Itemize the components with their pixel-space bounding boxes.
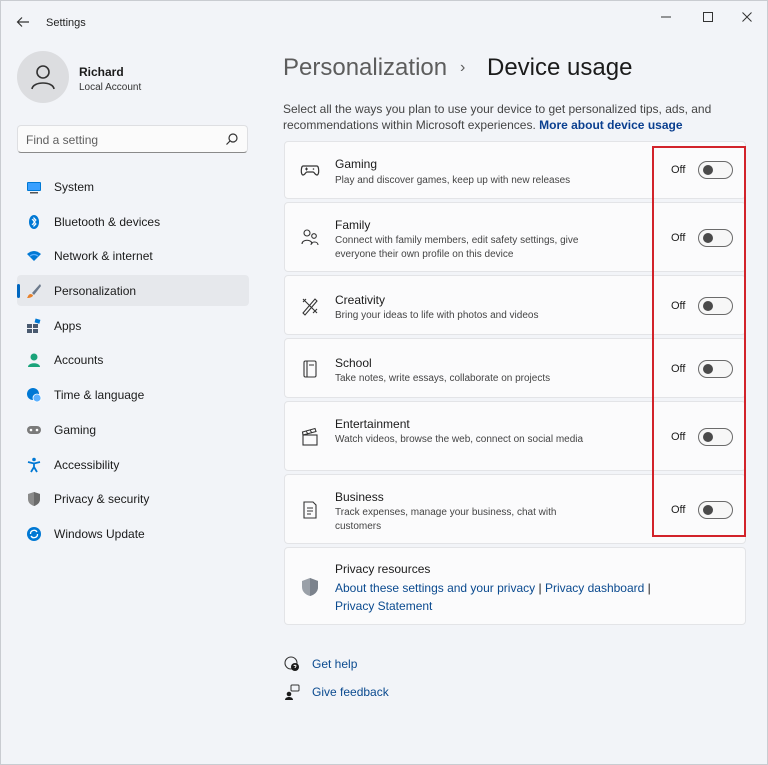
system-icon <box>27 182 41 194</box>
clapperboard-icon <box>301 427 318 446</box>
network-icon <box>27 251 41 262</box>
sidebar-item-label: Personalization <box>54 284 137 299</box>
sidebar-item-personalization[interactable]: Personalization <box>17 275 249 307</box>
usage-subtitle: Bring your ideas to life with photos and… <box>335 310 539 321</box>
sidebar-item-windows-update[interactable]: Windows Update <box>17 518 249 549</box>
controller-icon <box>300 165 320 176</box>
usage-title: Gaming <box>335 157 378 171</box>
breadcrumb-parent[interactable]: Personalization <box>283 54 447 82</box>
privacy-resources-title: Privacy resources <box>335 562 431 576</box>
minimize-button[interactable] <box>652 7 680 27</box>
search-icon[interactable] <box>225 132 239 146</box>
sidebar-item-label: Privacy & security <box>54 492 150 507</box>
usage-title: School <box>335 356 372 370</box>
brush-icon <box>27 284 41 299</box>
usage-subtitle: Connect with family members, edit safety… <box>335 235 579 260</box>
feedback-icon <box>285 684 300 700</box>
sidebar-item-label: System <box>54 180 95 194</box>
search-box[interactable] <box>17 125 248 153</box>
usage-title: Creativity <box>335 293 386 307</box>
accessibility-icon <box>27 457 41 472</box>
sidebar-item-privacy-security[interactable]: Privacy & security <box>17 483 249 514</box>
profile-name: Richard <box>79 65 124 79</box>
gamepad-icon <box>27 425 41 434</box>
shield-icon <box>28 492 40 507</box>
usage-title: Entertainment <box>335 417 410 431</box>
notebook-icon <box>303 360 317 378</box>
globe-clock-icon <box>27 388 42 403</box>
sidebar-item-label: Network & internet <box>54 249 153 264</box>
back-arrow-icon <box>16 17 29 27</box>
close-button[interactable] <box>733 7 761 27</box>
apps-icon <box>27 318 41 333</box>
sidebar-item-accessibility[interactable]: Accessibility <box>17 449 249 480</box>
link-divider: | <box>538 581 542 595</box>
toggle-highlight-box <box>652 146 746 537</box>
usage-subtitle: Play and discover games, keep up with ne… <box>335 175 571 186</box>
profile-account-type: Local Account <box>79 82 142 93</box>
accounts-icon <box>28 353 40 368</box>
close-icon <box>742 12 752 22</box>
sidebar-item-label: Accounts <box>54 353 104 368</box>
usage-subtitle: Track expenses, manage your business, ch… <box>335 507 557 532</box>
sidebar-item-network[interactable]: Network & internet <box>17 240 249 271</box>
sidebar-item-label: Time & language <box>54 388 145 403</box>
sidebar-item-time-language[interactable]: Time & language <box>17 379 249 410</box>
privacy-shield-icon <box>302 578 318 596</box>
link-divider: | <box>647 581 651 595</box>
pen-ruler-icon <box>302 298 318 316</box>
usage-subtitle: Watch videos, browse the web, connect on… <box>335 434 584 445</box>
search-input[interactable] <box>26 131 216 148</box>
bluetooth-icon <box>29 214 39 229</box>
user-icon <box>31 65 55 90</box>
title-bar: Settings <box>1 1 768 41</box>
get-help-label: Get help <box>312 657 358 671</box>
sidebar-item-apps[interactable]: Apps <box>17 310 249 341</box>
usage-subtitle: Take notes, write essays, collaborate on… <box>335 373 551 384</box>
privacy-links: About these settings and your privacy | … <box>335 579 665 615</box>
help-icon <box>284 656 299 671</box>
maximize-button[interactable] <box>694 7 722 27</box>
document-icon <box>303 501 317 519</box>
page-description: Select all the ways you plan to use your… <box>283 101 733 133</box>
about-privacy-link[interactable]: About these settings and your privacy <box>335 581 535 595</box>
back-button[interactable] <box>11 10 35 34</box>
window-title: Settings <box>46 17 86 29</box>
give-feedback-label: Give feedback <box>312 685 389 699</box>
sidebar-item-label: Windows Update <box>54 526 145 541</box>
active-indicator <box>17 284 20 299</box>
breadcrumb-separator: › <box>460 59 466 76</box>
page-title: Device usage <box>487 54 633 81</box>
sidebar-nav: System Bluetooth & devices Network & int… <box>17 171 249 553</box>
get-help-link[interactable]: Get help <box>284 654 357 674</box>
sidebar-item-label: Apps <box>54 318 82 333</box>
sidebar-item-label: Accessibility <box>54 457 120 472</box>
sidebar-item-label: Gaming <box>54 422 97 437</box>
sidebar-item-label: Bluetooth & devices <box>54 214 161 229</box>
privacy-dashboard-link[interactable]: Privacy dashboard <box>545 581 644 595</box>
maximize-icon <box>703 12 713 22</box>
sidebar-item-system[interactable]: System <box>17 171 249 202</box>
update-icon <box>27 526 41 541</box>
usage-title: Business <box>335 490 384 504</box>
avatar[interactable] <box>17 51 69 103</box>
sidebar-item-accounts[interactable]: Accounts <box>17 344 249 375</box>
privacy-resources-card: Privacy resources About these settings a… <box>284 547 746 625</box>
minimize-icon <box>661 16 671 18</box>
more-about-device-usage-link[interactable]: More about device usage <box>539 118 682 132</box>
settings-window: Settings Richard Local Account System <box>0 0 768 765</box>
usage-title: Family <box>335 218 371 232</box>
sidebar-item-bluetooth[interactable]: Bluetooth & devices <box>17 206 249 237</box>
privacy-statement-link[interactable]: Privacy Statement <box>335 599 432 613</box>
give-feedback-link[interactable]: Give feedback <box>284 682 389 702</box>
family-icon <box>301 229 319 246</box>
sidebar-item-gaming[interactable]: Gaming <box>17 414 249 445</box>
